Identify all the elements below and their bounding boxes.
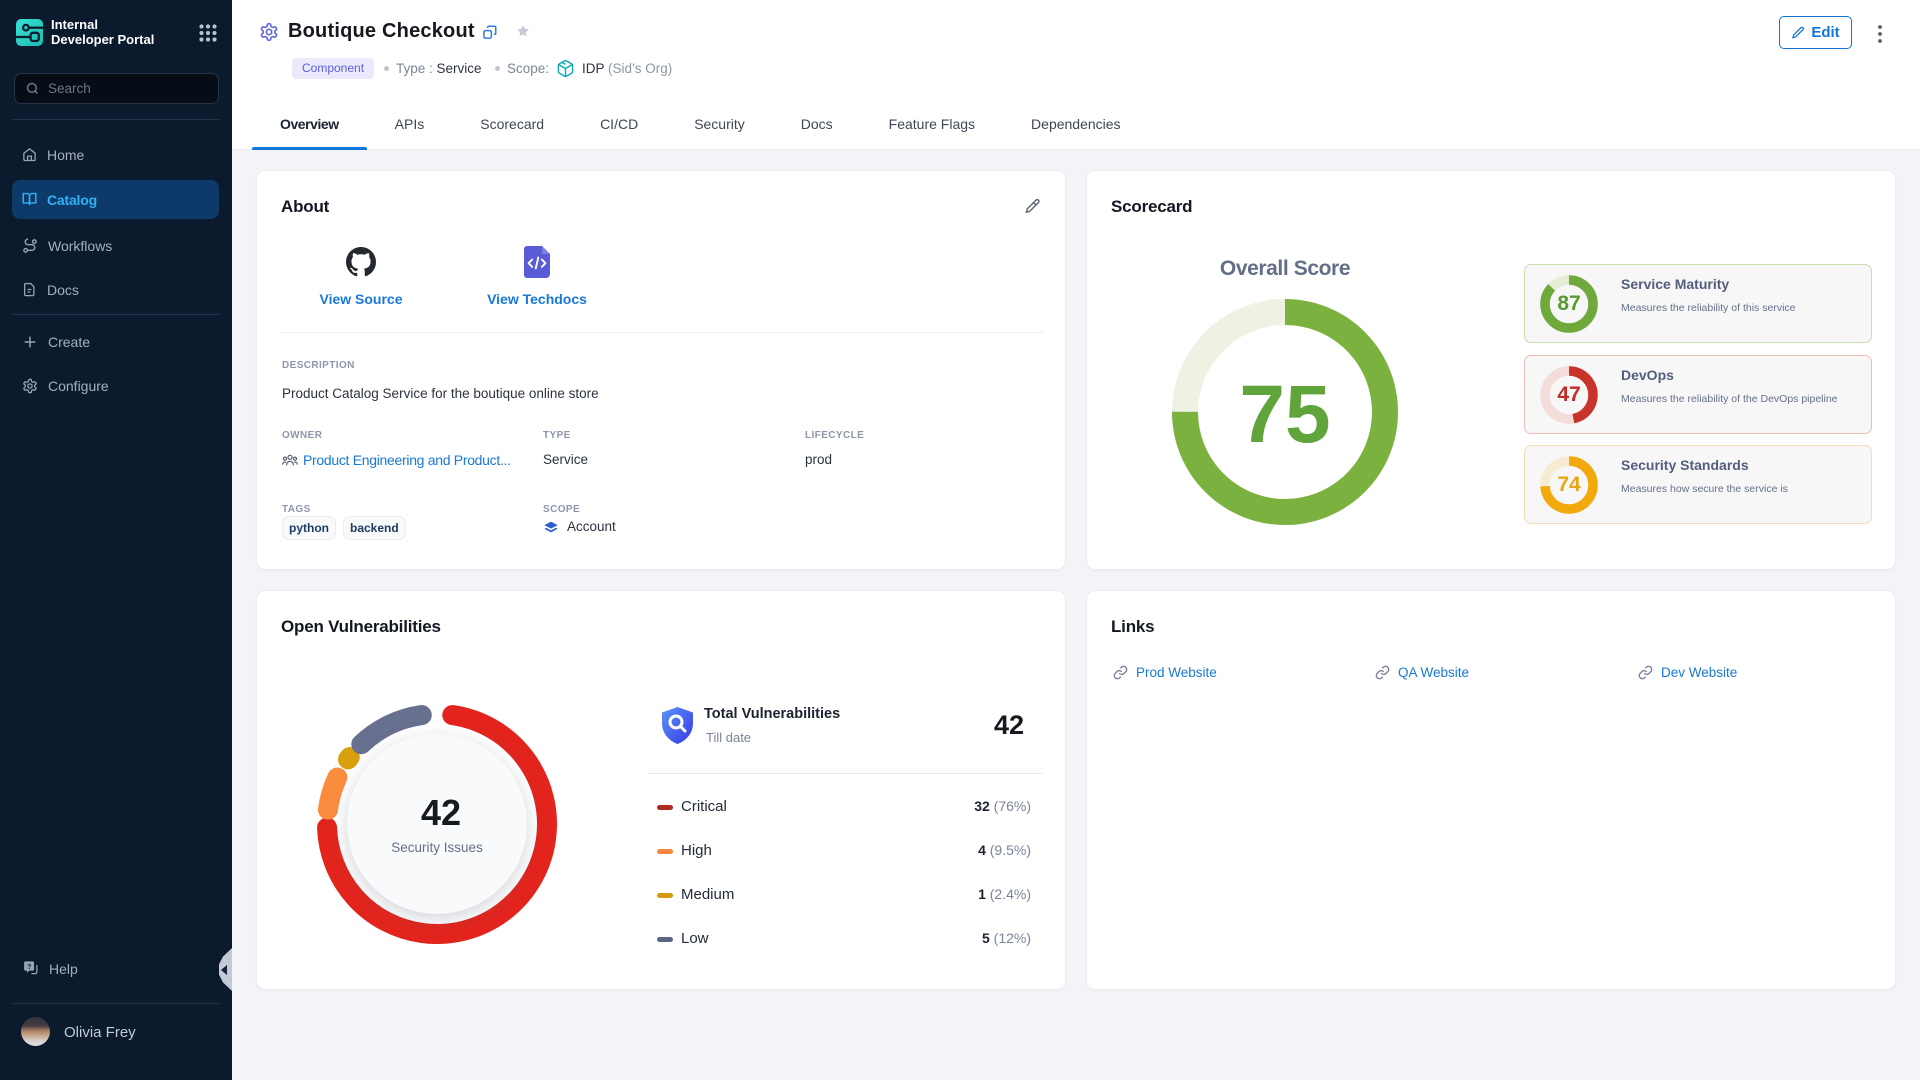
svg-text:?: ? [27,963,31,971]
